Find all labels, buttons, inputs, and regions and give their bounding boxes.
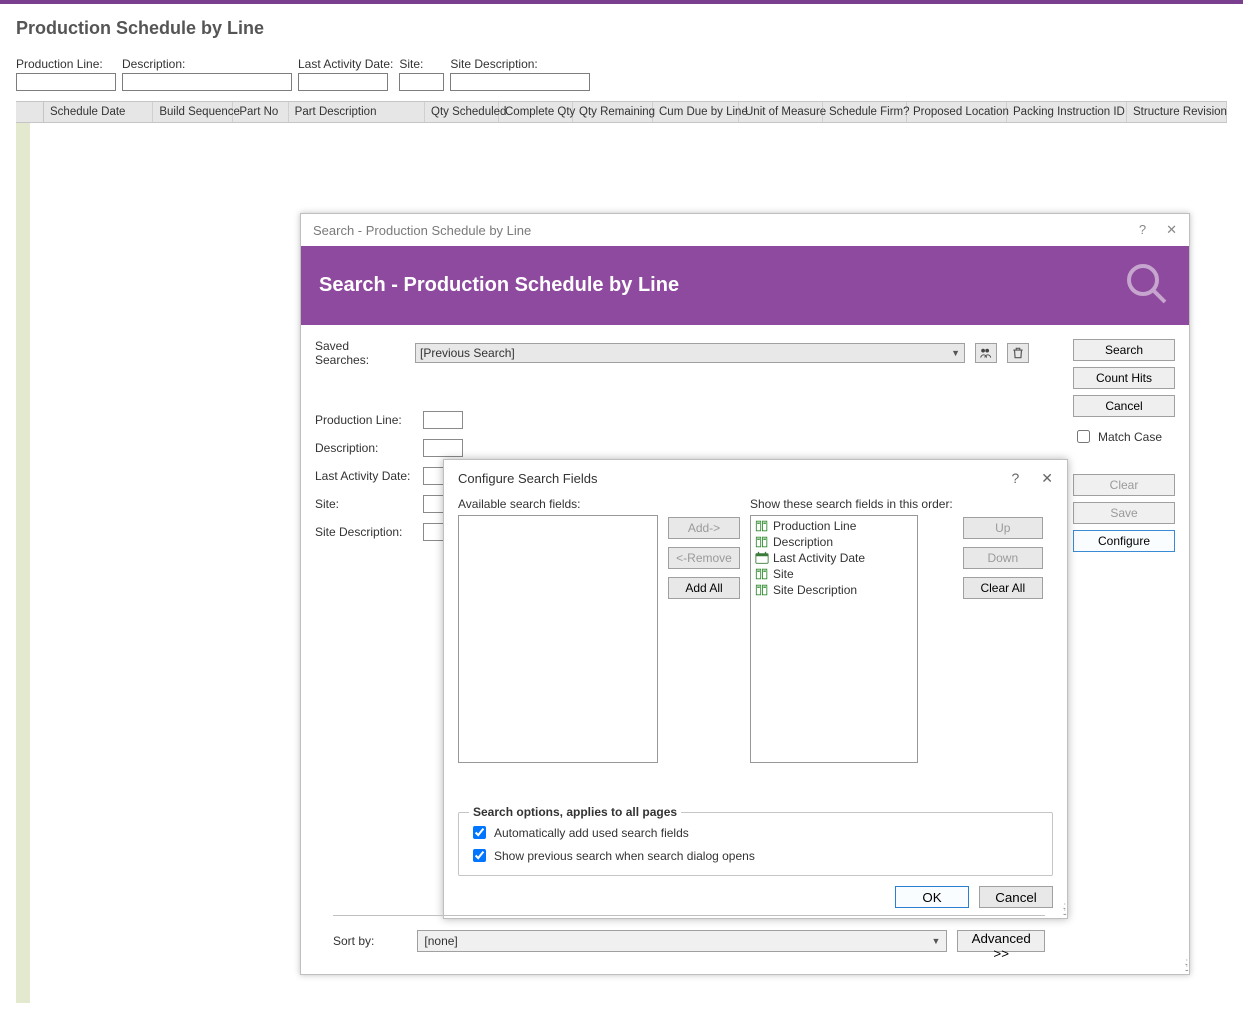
sf-label-description: Description: <box>315 441 415 455</box>
filter-input-site[interactable] <box>399 73 444 91</box>
grid-column-header[interactable]: Packing Instruction ID <box>1007 102 1127 122</box>
filter-input-description[interactable] <box>122 73 292 91</box>
sort-row: Sort by: [none] ▼ Advanced >> <box>333 915 1045 952</box>
grid-column-header[interactable]: Unit of Measure <box>739 102 823 122</box>
grid-column-header[interactable]: Build Sequence <box>153 102 233 122</box>
ordered-field-item[interactable]: Last Activity Date <box>753 550 915 566</box>
search-banner-title: Search - Production Schedule by Line <box>319 274 679 297</box>
auto-add-checkbox[interactable] <box>473 826 486 839</box>
advanced-button[interactable]: Advanced >> <box>957 930 1045 952</box>
magnifier-icon <box>1123 260 1171 311</box>
sf-input-production-line[interactable] <box>423 411 463 429</box>
grid-column-header[interactable]: Part No <box>233 102 288 122</box>
page-title: Production Schedule by Line <box>16 18 1227 39</box>
search-button[interactable]: Search <box>1073 339 1175 361</box>
filter-input-site-description[interactable] <box>450 73 590 91</box>
chevron-down-icon: ▼ <box>951 348 960 358</box>
resize-grip-icon[interactable]: .:.:. <box>1063 904 1065 916</box>
down-button[interactable]: Down <box>963 547 1043 569</box>
ordered-fields-list[interactable]: Production LineDescriptionLast Activity … <box>750 515 918 763</box>
sf-label-site: Site: <box>315 497 415 511</box>
filter-label-site: Site: <box>399 57 444 71</box>
side-buttons-col: Search Count Hits Cancel Match Case Clea… <box>1073 339 1175 966</box>
grid-column-header[interactable]: Cum Due by Line <box>653 102 739 122</box>
saved-searches-row: Saved Searches: [Previous Search] ▼ <box>315 339 1063 367</box>
grid-column-header[interactable]: Structure Revision <box>1127 102 1227 122</box>
clear-all-button[interactable]: Clear All <box>963 577 1043 599</box>
available-fields-list[interactable] <box>458 515 658 763</box>
add-button[interactable]: Add-> <box>668 517 740 539</box>
grid-column-header[interactable]: Qty Scheduled <box>425 102 499 122</box>
filter-label-site-description: Site Description: <box>450 57 590 71</box>
ordered-field-item[interactable]: Description <box>753 534 915 550</box>
grid-column-header[interactable]: Schedule Date <box>44 102 153 122</box>
available-fields-label: Available search fields: <box>458 497 658 511</box>
filter-row: Production Line: Description: Last Activ… <box>16 57 1227 91</box>
filter-input-last-activity-date[interactable] <box>298 73 388 91</box>
up-button[interactable]: Up <box>963 517 1043 539</box>
sort-by-select[interactable]: [none] ▼ <box>417 930 947 952</box>
save-button[interactable]: Save <box>1073 502 1175 524</box>
saved-searches-label: Saved Searches: <box>315 339 405 367</box>
help-icon[interactable]: ? <box>1139 222 1146 238</box>
cancel-button[interactable]: Cancel <box>1073 395 1175 417</box>
configure-dialog: Configure Search Fields ? ✕ Available se… <box>443 459 1068 919</box>
resize-grip-icon[interactable]: .:.:. <box>1185 960 1187 972</box>
grid-column-header[interactable]: Qty Remaining <box>573 102 653 122</box>
filter-label-last-activity-date: Last Activity Date: <box>298 57 393 71</box>
match-case-label: Match Case <box>1098 430 1162 444</box>
configure-button[interactable]: Configure <box>1073 530 1175 552</box>
ordered-field-item[interactable]: Site Description <box>753 582 915 598</box>
delete-icon-button[interactable] <box>1007 343 1029 363</box>
sf-input-description[interactable] <box>423 439 463 457</box>
grid-column-header[interactable]: Proposed Location <box>907 102 1007 122</box>
ordered-field-item[interactable]: Site <box>753 566 915 582</box>
share-icon-button[interactable] <box>975 343 997 363</box>
help-icon[interactable]: ? <box>1011 470 1019 487</box>
search-banner: Search - Production Schedule by Line <box>301 246 1189 325</box>
show-prev-checkbox[interactable] <box>473 849 486 862</box>
grid-column-header[interactable]: Schedule Firm? <box>823 102 907 122</box>
search-options-group: Search options, applies to all pages Aut… <box>458 812 1053 876</box>
sf-label-site-description: Site Description: <box>315 525 415 539</box>
cancel-button[interactable]: Cancel <box>979 886 1053 908</box>
grid-column-header[interactable]: Part Description <box>289 102 425 122</box>
ok-button[interactable]: OK <box>895 886 969 908</box>
show-prev-label: Show previous search when search dialog … <box>494 849 755 863</box>
close-icon[interactable]: ✕ <box>1041 470 1053 487</box>
grid-column-header[interactable]: Complete Qty <box>499 102 573 122</box>
add-all-button[interactable]: Add All <box>668 577 740 599</box>
configure-dialog-title: Configure Search Fields <box>458 471 597 486</box>
ordered-fields-label: Show these search fields in this order: <box>750 497 953 511</box>
search-options-legend: Search options, applies to all pages <box>469 805 681 819</box>
search-dialog: Search - Production Schedule by Line ? ✕… <box>300 213 1190 975</box>
count-hits-button[interactable]: Count Hits <box>1073 367 1175 389</box>
sort-by-label: Sort by: <box>333 934 407 948</box>
ordered-field-item[interactable]: Production Line <box>753 518 915 534</box>
chevron-down-icon: ▼ <box>931 936 940 946</box>
filter-label-description: Description: <box>122 57 292 71</box>
match-case-checkbox[interactable] <box>1077 430 1090 443</box>
clear-button[interactable]: Clear <box>1073 474 1175 496</box>
auto-add-label: Automatically add used search fields <box>494 826 689 840</box>
saved-searches-select[interactable]: [Previous Search] ▼ <box>415 343 965 363</box>
sf-label-production-line: Production Line: <box>315 413 415 427</box>
search-dialog-title: Search - Production Schedule by Line <box>313 223 531 238</box>
filter-input-production-line[interactable] <box>16 73 116 91</box>
close-icon[interactable]: ✕ <box>1166 222 1177 238</box>
grid-header: Schedule DateBuild SequencePart NoPart D… <box>16 101 1227 123</box>
filter-label-production-line: Production Line: <box>16 57 116 71</box>
remove-button[interactable]: <-Remove <box>668 547 740 569</box>
search-dialog-titlebar: Search - Production Schedule by Line ? ✕ <box>301 214 1189 246</box>
sf-label-last-activity-date: Last Activity Date: <box>315 469 415 483</box>
